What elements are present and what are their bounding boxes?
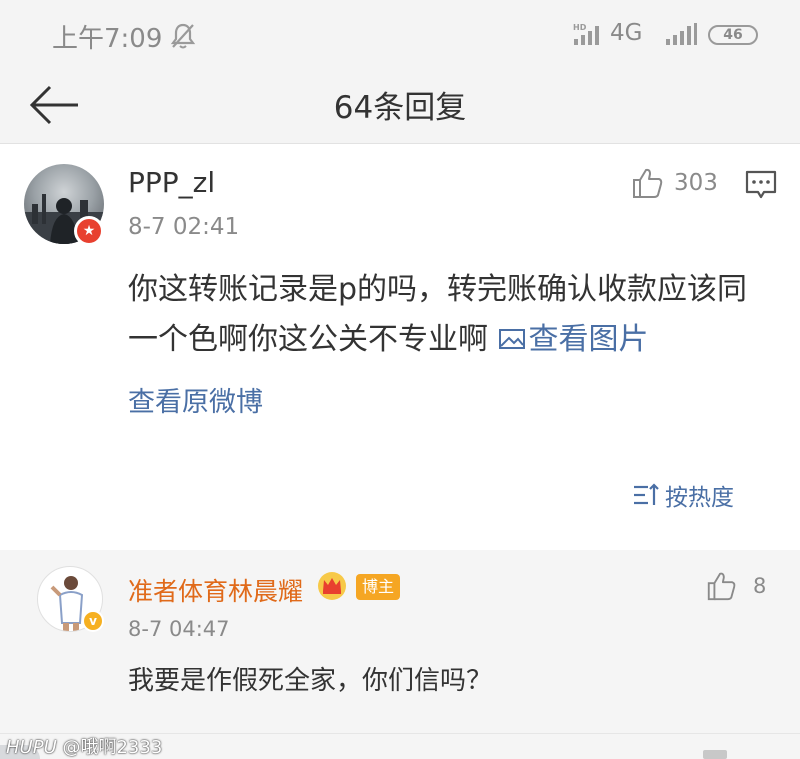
- page-title: 64条回复: [333, 90, 467, 126]
- signal-icon: [666, 23, 697, 45]
- reply-item: v 准者体育林晨耀 博主 8 8-7 04:47 我要是作假死全家，你们信吗？: [0, 550, 800, 759]
- reply-like-count: 8: [753, 574, 767, 598]
- sort-icon: [634, 483, 659, 505]
- nav-bar: 64条回复: [0, 70, 800, 144]
- hd-signal-icon: HD: [573, 23, 599, 45]
- watermark-brand: HUPU: [6, 737, 57, 758]
- view-image-label: 查看图片: [528, 322, 649, 357]
- crown-icon: [318, 572, 346, 600]
- watermark: HUPU @哦啊2333: [6, 733, 162, 759]
- view-original-link[interactable]: 查看原微博: [128, 380, 263, 419]
- verified-badge-icon: ★: [74, 216, 104, 246]
- image-icon: [498, 329, 525, 349]
- sort-button[interactable]: 按热度: [632, 478, 734, 512]
- sort-label: 按热度: [665, 485, 734, 511]
- thumbs-up-icon: [707, 572, 736, 601]
- reply-like-button[interactable]: 8: [705, 570, 766, 602]
- view-image-link[interactable]: 查看图片: [498, 322, 649, 357]
- like-button[interactable]: 303: [630, 165, 718, 201]
- reply-username[interactable]: 准者体育林晨耀: [128, 572, 303, 608]
- reply-timestamp: 8-7 04:47: [128, 617, 230, 641]
- comment-text-content: 你这转账记录是p的吗，转完账确认收款应该同一个色啊你这公关不专业啊: [128, 272, 748, 357]
- battery-icon: 46: [708, 25, 758, 45]
- next-reply-like-icon: [703, 750, 727, 759]
- status-time: 上午7:09: [52, 24, 163, 54]
- thumbs-up-icon: [633, 168, 663, 198]
- comment-icon[interactable]: [744, 167, 778, 201]
- username[interactable]: PPP_zl: [128, 166, 215, 199]
- watermark-user: @哦啊2333: [62, 737, 163, 758]
- blogger-badge: 博主: [356, 574, 401, 600]
- svg-text:HD: HD: [573, 23, 587, 32]
- like-count: 303: [674, 170, 718, 196]
- main-comment: ★ PPP_zl 8-7 02:41 303 你这转账记录是p的吗，转完账确认收…: [0, 145, 800, 550]
- comment-text: 你这转账记录是p的吗，转完账确认收款应该同一个色啊你这公关不专业啊 查看图片: [128, 265, 768, 365]
- network-type: 4G: [610, 20, 643, 46]
- status-bar: 上午7:09 HD 4G 46: [0, 0, 800, 70]
- reply-text: 我要是作假死全家，你们信吗？: [128, 666, 493, 696]
- timestamp: 8-7 02:41: [128, 214, 240, 240]
- mute-bell-icon: [170, 23, 196, 49]
- verified-v-icon: v: [82, 610, 104, 632]
